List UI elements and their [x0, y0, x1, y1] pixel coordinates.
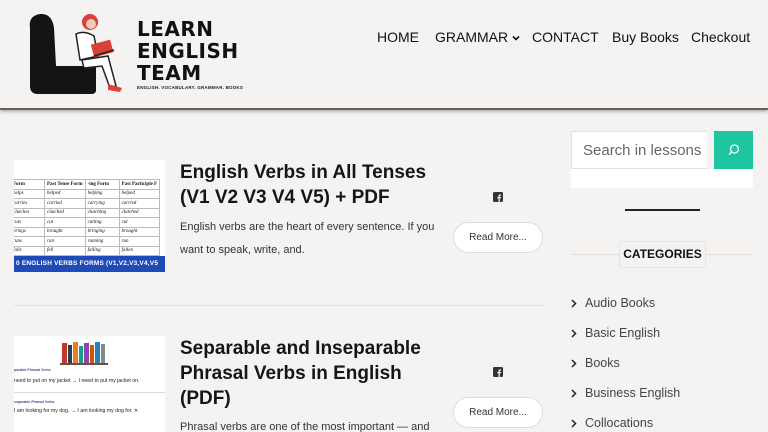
table-header: Past Tense Form [44, 179, 86, 190]
facebook-icon[interactable] [493, 367, 503, 377]
table-cell: helps [14, 188, 45, 199]
categories-heading: CATEGORIES [619, 241, 706, 268]
verb-table-image: Form Past Tense Form -ing Form Past Part… [14, 160, 165, 272]
post-divider [14, 305, 544, 306]
facebook-icon[interactable] [493, 192, 503, 202]
category-link[interactable]: Audio Books [571, 296, 655, 310]
table-cell: cuts [14, 217, 45, 228]
table-cell: cut [44, 217, 86, 228]
table-cell: brought [44, 226, 86, 237]
verb-forms-table: Form Past Tense Form -ing Form Past Part… [14, 179, 161, 266]
category-label: Books [585, 356, 620, 370]
table-cell: clutched [44, 207, 86, 218]
thumbnail-label: parable Phrasal Verbs [14, 368, 51, 372]
search-button[interactable] [714, 131, 753, 169]
post-title[interactable]: Separable and Inseparable Phrasal Verbs … [180, 336, 435, 411]
table-cell: helped [44, 188, 86, 199]
post-thumbnail[interactable]: parable Phrasal Verbs need to put on my … [14, 336, 165, 432]
table-cell: runs [14, 236, 45, 247]
site-logo[interactable]: LEARN ENGLISH TEAM ENGLISH. VOCABULARY. … [24, 6, 243, 98]
table-cell: carries [14, 198, 45, 209]
table-header: -ing Form [84, 179, 120, 190]
table-cell: run [118, 236, 161, 247]
table-cell: brought [118, 226, 161, 237]
chevron-right-icon [571, 359, 577, 368]
thumbnail-banner: 0 ENGLISH VERBS FORMS (V1,V2,V3,V4,V5 [14, 256, 165, 272]
table-cell: clutching [84, 207, 120, 218]
read-more-button[interactable]: Read More... [453, 222, 543, 253]
post-excerpt: Phrasal verbs are one of the most import… [180, 421, 430, 432]
post-thumbnail[interactable]: Form Past Tense Form -ing Form Past Part… [14, 160, 165, 272]
logo-wordmark: LEARN ENGLISH TEAM [137, 17, 239, 85]
table-cell: carried [118, 198, 161, 209]
category-link[interactable]: Basic English [571, 326, 660, 340]
search-widget-footer [571, 169, 753, 188]
thumbnail-example: need to put on my jacket → I need to put… [14, 378, 140, 384]
search-input[interactable] [571, 131, 707, 169]
read-more-button[interactable]: Read More... [453, 397, 543, 428]
table-cell: carrying [84, 198, 120, 209]
nav-home[interactable]: HOME [377, 29, 419, 45]
chevron-right-icon [571, 389, 577, 398]
search-icon [728, 144, 740, 156]
thumbnail-label: separable Phrasal Verbs [14, 400, 55, 404]
table-cell: cutting [84, 217, 120, 228]
category-link[interactable]: Books [571, 356, 620, 370]
post-card: parable Phrasal Verbs need to put on my … [14, 336, 544, 432]
category-label: Audio Books [585, 296, 656, 310]
table-cell: falls [14, 245, 45, 256]
site-header: LEARN ENGLISH TEAM ENGLISH. VOCABULARY. … [0, 0, 768, 110]
table-cell: fallen [118, 245, 161, 256]
logo-tagline: ENGLISH. VOCABULARY. GRAMMAR. BOOKS [137, 85, 244, 90]
widget-separator [625, 209, 700, 211]
table-cell: cut [118, 217, 161, 228]
chevron-right-icon [571, 419, 577, 428]
thumbnail-separator [14, 392, 165, 393]
post-title[interactable]: English Verbs in All Tenses (V1 V2 V3 V4… [180, 160, 435, 210]
table-cell: clutched [118, 207, 161, 218]
phrasal-verbs-image: parable Phrasal Verbs need to put on my … [14, 336, 165, 431]
table-cell: ran [44, 236, 86, 247]
post-excerpt: English verbs are the heart of every sen… [180, 221, 435, 256]
table-cell: brings [14, 226, 45, 237]
reader-on-chair-logo-icon [29, 13, 122, 94]
category-link[interactable]: Business English [571, 386, 680, 400]
table-cell: falling [84, 245, 120, 256]
table-cell: clutches [14, 207, 45, 218]
nav-grammar[interactable]: GRAMMAR [435, 29, 521, 45]
table-header: Past Participle F [118, 179, 161, 190]
post-card: Form Past Tense Form -ing Form Past Part… [14, 160, 544, 300]
table-cell: fell [44, 245, 86, 256]
chevron-down-icon [512, 36, 520, 41]
table-cell: running [84, 236, 120, 247]
category-label: Business English [585, 386, 681, 400]
category-label: Collocations [585, 416, 654, 430]
category-link[interactable]: Collocations [571, 416, 653, 430]
table-cell: bringing [84, 226, 120, 237]
table-cell: carried [44, 198, 86, 209]
chevron-right-icon [571, 329, 577, 338]
nav-checkout[interactable]: Checkout [691, 29, 750, 45]
nav-buy-books[interactable]: Buy Books [612, 29, 679, 45]
nav-contact[interactable]: CONTACT [532, 29, 599, 45]
search-form [571, 131, 753, 169]
thumbnail-example: I am looking for my dog. → I am looking … [14, 408, 139, 414]
books-icon [60, 342, 108, 365]
category-label: Basic English [585, 326, 661, 340]
nav-grammar-label: GRAMMAR [435, 29, 509, 45]
table-cell: helping [84, 188, 120, 199]
table-header: Form [14, 179, 45, 190]
chevron-right-icon [571, 299, 577, 308]
table-cell: helped [118, 188, 161, 199]
